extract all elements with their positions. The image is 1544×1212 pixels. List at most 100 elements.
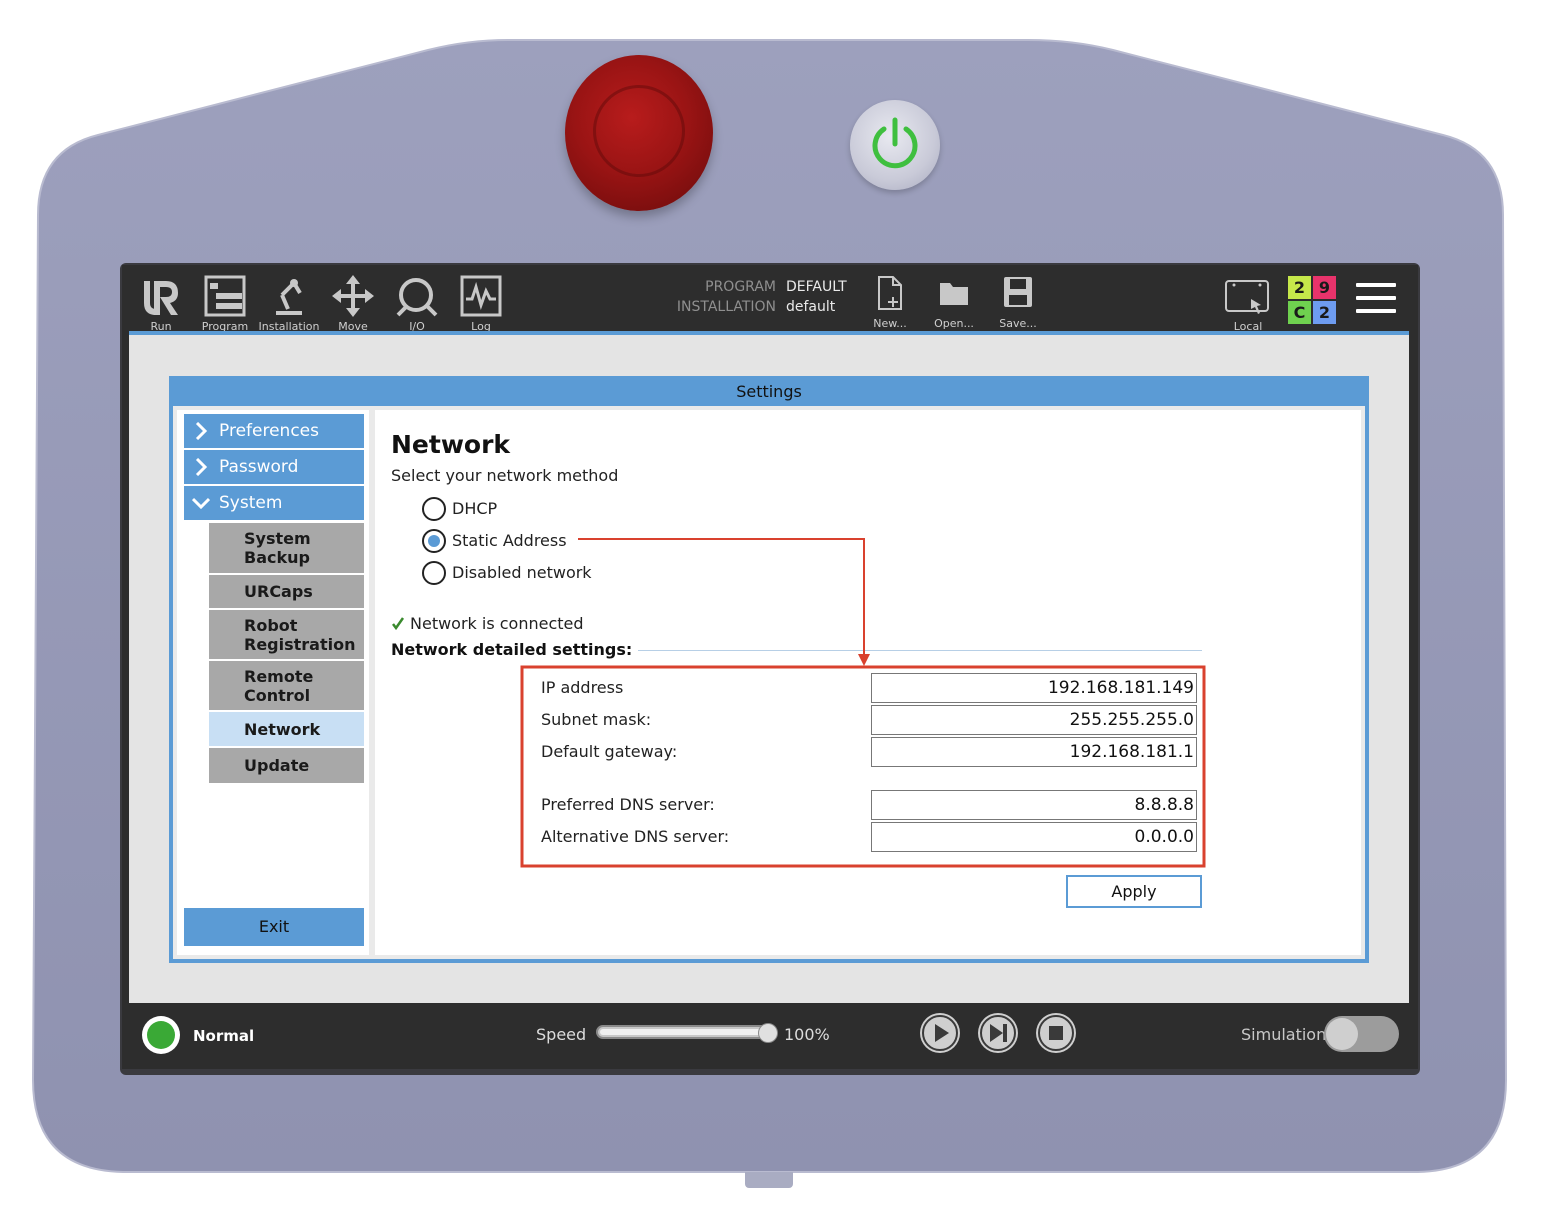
nav-program[interactable]: Program	[194, 273, 256, 333]
radio-button[interactable]	[422, 561, 446, 585]
nav-log[interactable]: Log	[450, 273, 512, 333]
default-gateway-field[interactable]: 192.168.181.1	[871, 737, 1197, 767]
program-key: PROGRAM	[705, 279, 776, 295]
save-button-label: Save...	[999, 317, 1037, 330]
step-button[interactable]	[978, 1013, 1018, 1053]
nav-move[interactable]: Move	[322, 273, 384, 333]
radio-label: Static Address	[452, 531, 567, 550]
ip-address-row: IP address 192.168.181.149	[541, 673, 1197, 703]
io-icon	[396, 278, 438, 317]
screen: Run Program Installation Move I/O Log PR…	[122, 265, 1418, 1069]
play-icon	[922, 1015, 958, 1051]
settings-menu: Preferences Password System System Backu…	[177, 410, 369, 955]
chevron-right-icon	[195, 422, 208, 440]
field-label: Alternative DNS server:	[541, 827, 730, 846]
chevron-right-icon	[195, 458, 208, 476]
local-tablet-icon	[1225, 280, 1269, 314]
submenu-label: Robot Registration	[244, 615, 356, 654]
local-control-button[interactable]: Local	[1224, 277, 1272, 333]
radio-button[interactable]	[422, 497, 446, 521]
field-label: Preferred DNS server:	[541, 795, 715, 814]
apply-button[interactable]: Apply	[1066, 875, 1202, 908]
exit-button[interactable]: Exit	[184, 908, 364, 946]
simulation-label: Simulation	[1241, 1025, 1327, 1044]
badge-4: 2	[1313, 301, 1336, 324]
nav-installation[interactable]: Installation	[258, 273, 320, 333]
submenu-system-backup[interactable]: System Backup	[209, 523, 364, 573]
program-value: DEFAULT	[786, 279, 847, 295]
step-forward-icon	[980, 1015, 1016, 1051]
menu-item-system[interactable]: System	[184, 486, 364, 520]
ip-address-field[interactable]: 192.168.181.149	[871, 673, 1197, 703]
move-arrows-icon	[332, 275, 374, 317]
radio-button[interactable]	[422, 529, 446, 553]
radio-label: Disabled network	[452, 563, 592, 582]
submenu-network[interactable]: Network	[209, 712, 364, 746]
settings-dialog: Settings Preferences Password System Sys…	[169, 376, 1369, 963]
simulation-toggle[interactable]	[1324, 1016, 1399, 1052]
power-icon	[872, 117, 918, 169]
page-title: Network	[391, 430, 511, 459]
submenu-label: Network	[244, 719, 321, 739]
new-file-icon	[878, 276, 902, 310]
menu-item-preferences[interactable]: Preferences	[184, 414, 364, 448]
speed-slider-handle[interactable]	[758, 1023, 778, 1043]
installation-key: INSTALLATION	[676, 299, 776, 315]
power-button[interactable]	[850, 100, 940, 190]
preferred-dns-field[interactable]: 8.8.8.8	[871, 790, 1197, 820]
stop-button[interactable]	[1036, 1013, 1076, 1053]
preferred-dns-row: Preferred DNS server: 8.8.8.8	[541, 790, 1197, 820]
installation-value: default	[786, 299, 836, 315]
menu-item-password[interactable]: Password	[184, 450, 364, 484]
top-bar: Run Program Installation Move I/O Log PR…	[122, 265, 1418, 333]
save-button[interactable]: Save...	[993, 275, 1043, 331]
nav-run[interactable]: Run	[130, 273, 192, 333]
open-folder-icon	[940, 283, 968, 305]
checkmark-icon	[392, 617, 405, 630]
details-divider	[638, 650, 1202, 651]
play-button[interactable]	[920, 1013, 960, 1053]
content-area: Settings Preferences Password System Sys…	[129, 335, 1409, 1003]
new-button[interactable]: New...	[865, 275, 915, 331]
submenu-label: URCaps	[244, 582, 313, 601]
submenu-label: Update	[244, 756, 310, 775]
speed-value: 100%	[784, 1025, 830, 1044]
chevron-down-icon	[192, 497, 210, 510]
robot-status-indicator[interactable]	[142, 1016, 180, 1054]
radio-label: DHCP	[452, 499, 498, 518]
speed-slider[interactable]	[596, 1025, 776, 1039]
dialog-body: Preferences Password System System Backu…	[173, 406, 1365, 959]
dialog-title: Settings	[736, 382, 802, 401]
robot-arm-icon	[276, 279, 302, 315]
submenu-remote-control[interactable]: Remote Control	[209, 661, 364, 710]
ur-logo-icon	[144, 281, 178, 315]
open-button[interactable]: Open...	[929, 275, 979, 331]
badge-2: 9	[1313, 276, 1336, 299]
robot-status-text: Normal	[193, 1027, 255, 1045]
program-icon	[204, 275, 246, 317]
subnet-mask-field[interactable]: 255.255.255.0	[871, 705, 1197, 735]
badge-3: C	[1288, 301, 1311, 324]
save-disk-icon	[1004, 277, 1032, 307]
submenu-update[interactable]: Update	[209, 748, 364, 783]
menu-item-label: Preferences	[219, 421, 319, 441]
network-panel: Network Select your network method DHCP …	[375, 410, 1361, 955]
submenu-urcaps[interactable]: URCaps	[209, 575, 364, 608]
nav-io[interactable]: I/O	[386, 273, 448, 333]
connection-status-text: Network is connected	[410, 614, 584, 633]
hamburger-menu-icon[interactable]	[1356, 283, 1396, 315]
submenu-robot-registration[interactable]: Robot Registration	[209, 610, 364, 659]
field-label: Subnet mask:	[541, 710, 652, 729]
stop-icon	[1038, 1015, 1074, 1051]
network-method-prompt: Select your network method	[391, 466, 619, 485]
submenu-label: System Backup	[244, 529, 311, 567]
details-heading: Network detailed settings:	[391, 640, 633, 659]
usb-port-cover	[745, 1172, 793, 1188]
status-badge-grid[interactable]: 2 9 C 2	[1288, 276, 1336, 324]
subnet-mask-row: Subnet mask: 255.255.255.0	[541, 705, 1197, 735]
log-graph-icon	[460, 275, 502, 317]
open-button-label: Open...	[934, 317, 974, 330]
alternative-dns-field[interactable]: 0.0.0.0	[871, 822, 1197, 852]
emergency-stop-button[interactable]	[565, 55, 713, 211]
submenu-label: Remote Control	[244, 666, 314, 705]
